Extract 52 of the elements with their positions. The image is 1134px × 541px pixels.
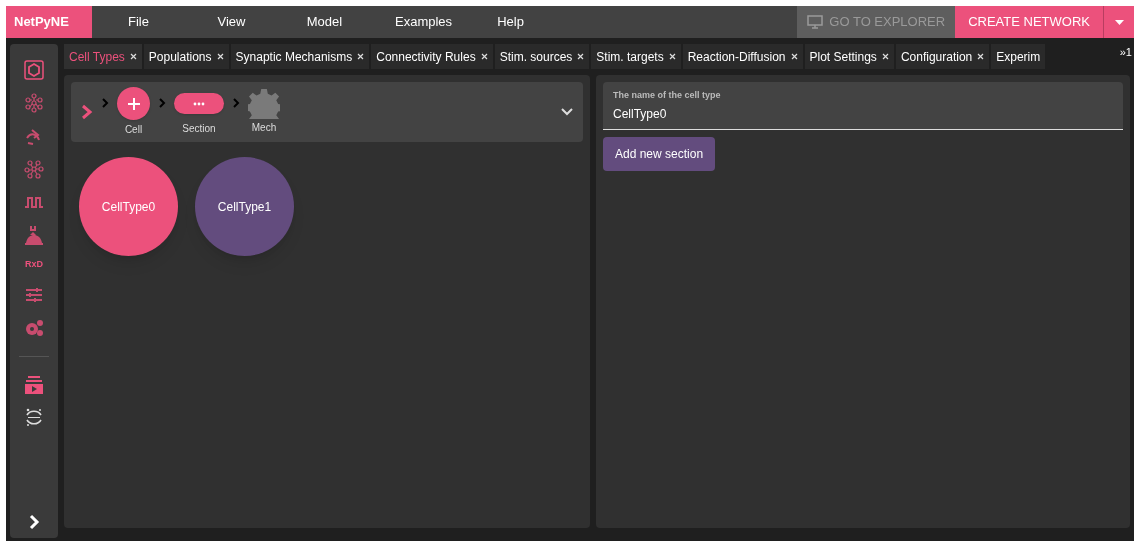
monitor-icon	[807, 15, 824, 29]
tab[interactable]: Stim. targets	[591, 44, 681, 69]
tabs-overflow-indicator[interactable]: »1	[1118, 44, 1134, 69]
menu-item[interactable]: Examples	[371, 6, 464, 38]
tab[interactable]: Plot Settings	[804, 44, 894, 69]
chevron-icon	[158, 98, 166, 108]
tab[interactable]: Synaptic Mechanisms	[230, 44, 370, 69]
cell-type-name-field[interactable]: The name of the cell type CellType0	[603, 82, 1123, 130]
menu-item[interactable]: View	[185, 6, 278, 38]
caret-icon	[1114, 19, 1124, 25]
network-icon[interactable]	[24, 159, 44, 179]
add-section-button[interactable]: Add new section	[603, 136, 716, 171]
chevron-icon	[81, 104, 93, 120]
tab[interactable]: Configuration	[895, 44, 990, 69]
section-button[interactable]	[174, 93, 224, 114]
close-icon[interactable]	[216, 53, 224, 60]
breadcrumb-label: Cell	[124, 123, 143, 137]
plus-icon	[127, 97, 140, 110]
jupyter-ring-icon[interactable]	[24, 406, 44, 427]
menu-item[interactable]: Model	[278, 6, 371, 38]
close-icon[interactable]	[881, 53, 889, 60]
dropdown-chevron-icon[interactable]	[561, 108, 573, 116]
dropdown-button[interactable]	[1103, 6, 1134, 38]
breadcrumb-label: Section	[182, 122, 216, 136]
close-icon[interactable]	[577, 53, 585, 60]
menu-item[interactable]: File	[92, 6, 185, 38]
close-icon[interactable]	[668, 53, 676, 60]
menu-item[interactable]: Help	[464, 6, 557, 38]
close-icon[interactable]	[790, 53, 798, 60]
close-icon[interactable]	[357, 53, 365, 60]
chevron-icon	[101, 98, 109, 108]
app-logo: NetPyNE	[6, 6, 92, 38]
expand-chevron-icon[interactable]	[28, 514, 40, 530]
breadcrumb-label: Mech	[251, 121, 277, 135]
tab[interactable]: Stim. sources	[494, 44, 590, 69]
close-icon[interactable]	[129, 53, 137, 60]
tab[interactable]: Populations	[143, 44, 229, 69]
cell-type-node[interactable]: CellType1	[195, 157, 294, 256]
tab[interactable]: Reaction-Diffusion	[682, 44, 803, 69]
field-label: The name of the cell type	[613, 89, 722, 102]
molecule-icon[interactable]	[24, 93, 44, 113]
tab[interactable]: Connectivity Rules	[371, 44, 493, 69]
close-icon[interactable]	[977, 53, 985, 60]
tab[interactable]: Cell Types	[64, 44, 142, 69]
video-library-icon[interactable]	[24, 374, 44, 395]
tab[interactable]: Experim	[991, 44, 1046, 69]
add-cell-button[interactable]	[117, 87, 150, 120]
chevron-icon	[232, 98, 240, 108]
close-icon[interactable]	[480, 53, 488, 60]
more-icon	[193, 101, 205, 106]
field-value: CellType0	[613, 105, 668, 123]
stimulator-icon[interactable]	[24, 225, 44, 245]
